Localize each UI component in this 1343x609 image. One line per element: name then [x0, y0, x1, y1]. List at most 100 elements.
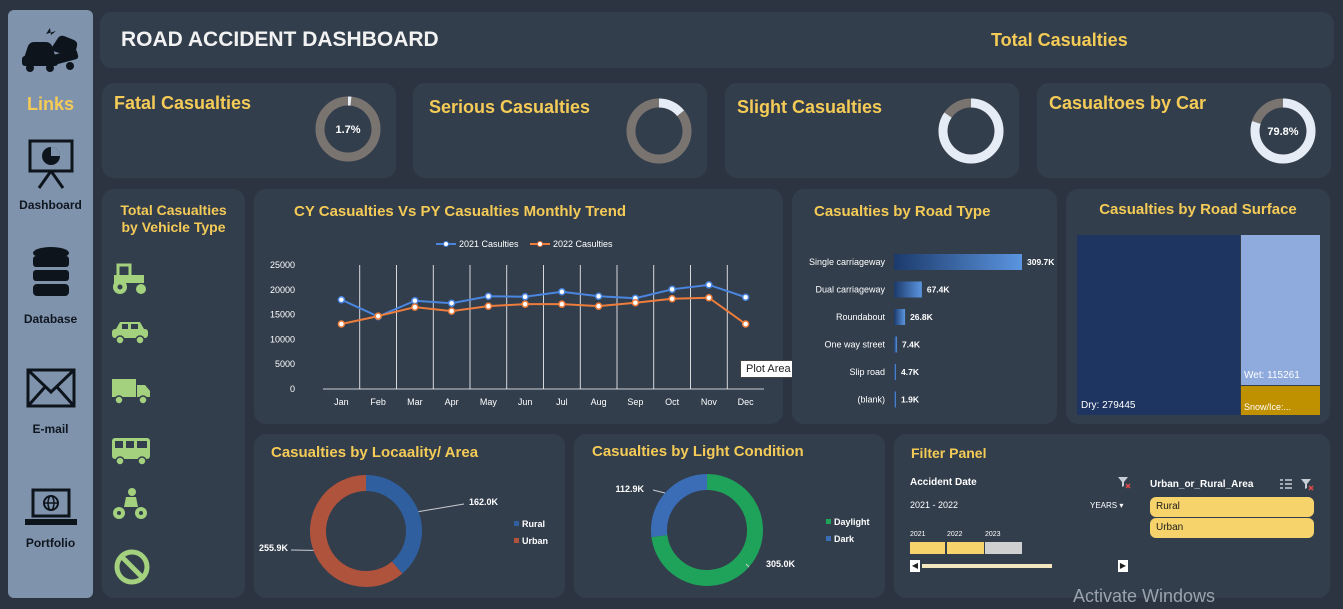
- vehicle-type-panel: Total Casualties by Vehicle Type: [102, 189, 245, 598]
- y-tick-label: 20000: [270, 285, 295, 295]
- legend-label: Rural: [522, 519, 545, 529]
- kpi-title: Serious Casualties: [429, 97, 591, 117]
- clear-filter-icon[interactable]: [1300, 477, 1314, 491]
- no-entry-icon: [114, 549, 150, 585]
- treemap-dry-label: Dry: 279445: [1081, 400, 1136, 411]
- kpi-card-serious: Serious Casualties: [413, 83, 707, 178]
- data-point: [594, 292, 603, 300]
- years-dropdown-label: YEARS: [1090, 501, 1118, 510]
- x-tick-label: Nov: [701, 397, 718, 407]
- legend-marker: [537, 241, 543, 247]
- kpi-title: Casualtoes by Car: [1049, 93, 1207, 113]
- data-point: [447, 299, 456, 307]
- y-tick-label: 10000: [270, 334, 295, 344]
- treemap-wet[interactable]: Wet: 115261: [1241, 235, 1320, 385]
- scroll-left-icon[interactable]: ◀: [910, 560, 920, 572]
- x-tick-label: Aug: [591, 397, 607, 407]
- timeline-bar-2022[interactable]: [947, 542, 984, 554]
- bar-value-label: 26.8K: [910, 312, 934, 322]
- database-icon[interactable]: [8, 246, 93, 298]
- links-label: Links: [26, 94, 74, 114]
- bar: [894, 309, 906, 325]
- trend-chart[interactable]: 25000 20000 15000 10000 5000 0 Jan Feb Mar Apr May…: [254, 189, 783, 424]
- area-slicer-label: Urban_or_Rural_Area: [1150, 479, 1254, 490]
- x-tick-label: Oct: [665, 397, 680, 407]
- y-tick-label: 0: [290, 384, 295, 394]
- monthly-trend-panel: CY Casualties Vs PY Casualties Monthly T…: [254, 189, 783, 424]
- data-point: [741, 320, 750, 328]
- data-point: [337, 320, 346, 328]
- bar-category-label: One way street: [824, 340, 885, 350]
- bar: [894, 336, 898, 353]
- bar-category-label: Slip road: [849, 367, 885, 377]
- x-tick-label: Dec: [738, 397, 755, 407]
- slicer-item-rural[interactable]: Rural: [1150, 497, 1314, 517]
- leader-line: [652, 489, 666, 494]
- activate-windows-watermark: Activate Windows: [1073, 586, 1216, 606]
- years-dropdown[interactable]: YEARS ▾: [1090, 501, 1123, 510]
- treemap-snow[interactable]: Snow/Ice:...: [1241, 386, 1320, 415]
- data-point: [558, 300, 566, 308]
- multi-select-icon[interactable]: [1279, 477, 1293, 491]
- bar: [894, 364, 896, 380]
- data-label: 112.9K: [615, 484, 644, 494]
- sidebar-item-portfolio[interactable]: Portfolio: [8, 536, 93, 550]
- light-donut[interactable]: 305.0K Daylight 112.9K Dark: [574, 434, 885, 598]
- data-point: [411, 303, 419, 311]
- vehicle-panel-title-line1: Total Casualties: [120, 202, 227, 218]
- total-casualties-label: Total Casualties: [991, 30, 1128, 50]
- x-tick-label: Jun: [518, 397, 533, 407]
- bar-value-label: 7.4K: [902, 340, 921, 350]
- road-type-chart[interactable]: Single carriageway 309.7K Dual carriageway…: [792, 189, 1057, 424]
- data-point: [447, 307, 456, 315]
- x-tick-label: Mar: [407, 397, 423, 407]
- timeline-bar-2021[interactable]: [910, 542, 945, 554]
- timeline-bar-2023[interactable]: [985, 542, 1022, 554]
- bar: [894, 254, 1022, 270]
- car-icon: [112, 322, 148, 345]
- legend-label: 2022 Casulties: [553, 239, 613, 249]
- sidebar-item-email[interactable]: E-mail: [8, 422, 93, 436]
- light-panel: Casualties by Light Condition 305.0K Dayl…: [574, 434, 885, 598]
- treemap-wet-label: Wet: 115261: [1244, 370, 1300, 381]
- data-point: [411, 296, 419, 305]
- kpi-donut: [938, 98, 1004, 164]
- sidebar-item-database[interactable]: Database: [8, 312, 93, 326]
- year-label-2022: 2022: [947, 531, 963, 538]
- bar-category-label: (blank): [857, 395, 885, 405]
- leader-line: [418, 503, 465, 513]
- year-label-2021: 2021: [910, 531, 926, 538]
- y-tick-label: 5000: [275, 359, 295, 369]
- data-point: [668, 285, 676, 294]
- data-label: 305.0K: [766, 559, 796, 569]
- envelope-icon[interactable]: [8, 368, 93, 408]
- legend-marker: [443, 241, 449, 247]
- kpi-card-slight: Slight Casualties: [725, 83, 1019, 178]
- data-label: 162.0K: [469, 497, 499, 507]
- clear-filter-icon[interactable]: [1117, 475, 1131, 489]
- vehicle-panel-title-line2: by Vehicle Type: [121, 219, 226, 235]
- kpi-title: Fatal Casualties: [114, 93, 252, 113]
- legend-label: Daylight: [834, 517, 870, 527]
- data-point: [484, 302, 493, 310]
- bar-category-label: Dual carriageway: [815, 285, 885, 295]
- bar-value-label: 309.7K: [1027, 257, 1055, 267]
- locality-donut[interactable]: 162.0K Rural 255.9K Urban: [254, 434, 565, 598]
- filter-title: Filter Panel: [911, 445, 987, 461]
- bar-value-label: 1.9K: [901, 395, 920, 405]
- road-surface-panel: Casualties by Road Surface Dry: 279445 W…: [1066, 189, 1330, 424]
- presentation-chart-icon[interactable]: [8, 138, 93, 190]
- slicer-item-urban[interactable]: Urban: [1150, 518, 1314, 538]
- bar: [894, 391, 896, 408]
- sidebar-item-dashboard[interactable]: Dashboard: [8, 198, 93, 212]
- donut-segment: [365, 475, 422, 574]
- y-tick-label: 25000: [270, 260, 295, 270]
- bar-category-label: Roundabout: [836, 312, 886, 322]
- timeline-scrollbar[interactable]: [922, 564, 1052, 568]
- treemap-dry[interactable]: Dry: 279445: [1077, 235, 1240, 415]
- legend-swatch: [826, 519, 831, 524]
- scroll-right-icon[interactable]: ▶: [1118, 560, 1128, 572]
- plot-area-tooltip: Plot Area: [740, 360, 797, 378]
- donut-segment: [310, 475, 403, 587]
- laptop-globe-icon[interactable]: [8, 488, 93, 528]
